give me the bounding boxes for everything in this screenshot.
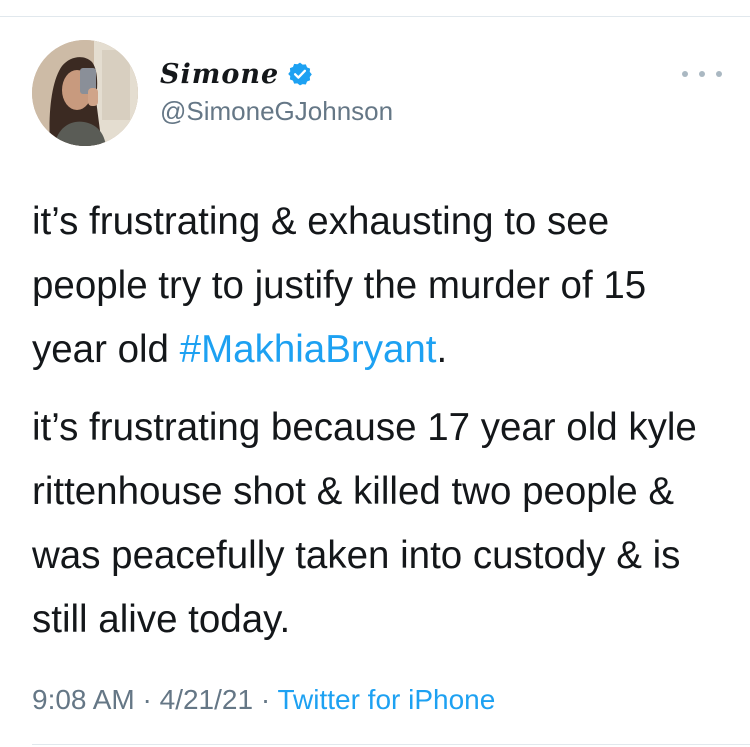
- meta-separator: ·: [134, 684, 160, 715]
- more-options-icon[interactable]: [682, 64, 722, 84]
- tweet-time[interactable]: 9:08 AM: [32, 684, 135, 715]
- author-handle[interactable]: @SimoneGJohnson: [160, 96, 393, 127]
- bottom-divider: [32, 744, 750, 745]
- tweet-date[interactable]: 4/21/21: [160, 684, 253, 715]
- tweet-text: it’s frustrating & exhausting to see peo…: [32, 190, 722, 652]
- hashtag-link[interactable]: #MakhiaBryant: [180, 328, 437, 371]
- tweet-source-link[interactable]: Twitter for iPhone: [277, 684, 495, 715]
- tweet-metadata: 9:08 AM · 4/21/21 · Twitter for iPhone: [32, 684, 495, 716]
- avatar-photo: [32, 40, 138, 146]
- more-dot: [699, 71, 705, 77]
- verified-badge-icon: [287, 61, 313, 87]
- tweet-paragraph-1: it’s frustrating & exhausting to see peo…: [32, 190, 722, 382]
- more-dot: [682, 71, 688, 77]
- top-divider: [0, 16, 750, 17]
- author-info: Simone @SimoneGJohnson: [160, 54, 393, 127]
- tweet-header: Simone @SimoneGJohnson: [32, 40, 722, 148]
- tweet-paragraph-2: it’s frustrating because 17 year old kyl…: [32, 406, 697, 641]
- avatar[interactable]: [32, 40, 138, 146]
- meta-separator: ·: [253, 684, 278, 715]
- tweet-text-part: .: [436, 328, 448, 371]
- display-name-row: Simone: [160, 54, 393, 94]
- display-name[interactable]: Simone: [160, 59, 279, 90]
- more-dot: [716, 71, 722, 77]
